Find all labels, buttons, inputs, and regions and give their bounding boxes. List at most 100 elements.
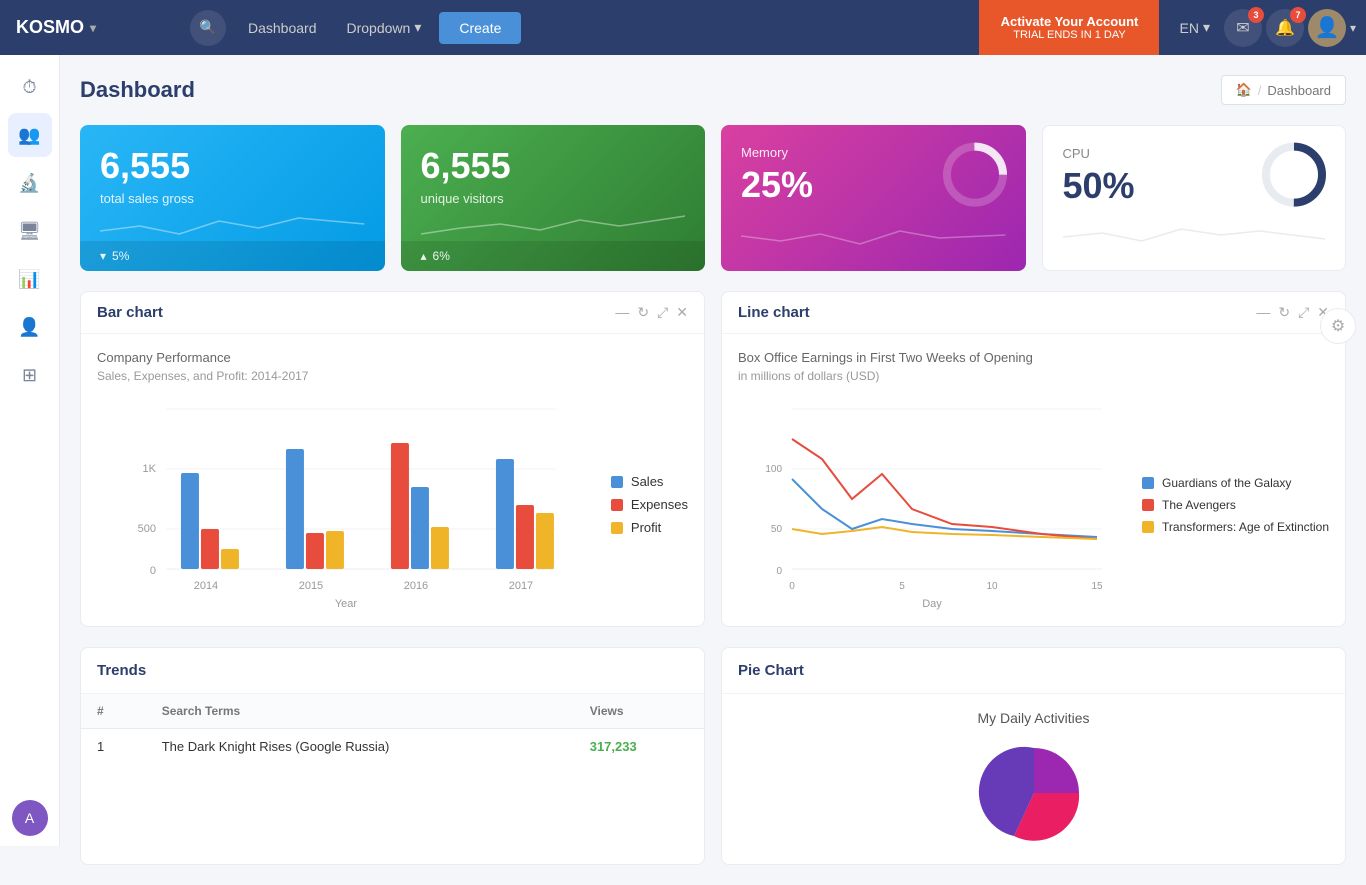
- line-chart-svg: 0 50 100 0 5 10 15: [738, 399, 1126, 599]
- legend-sales: Sales: [611, 474, 688, 489]
- brand-logo[interactable]: KOSMO ▾: [0, 17, 190, 38]
- language-selector[interactable]: EN ▾: [1169, 13, 1219, 42]
- sales-arrow-icon: ▾: [100, 249, 106, 263]
- svg-text:15: 15: [1091, 581, 1103, 592]
- legend-transformers-dot: [1142, 521, 1154, 533]
- legend-sales-label: Sales: [631, 474, 664, 489]
- row-num: 1: [81, 729, 146, 765]
- settings-button[interactable]: ⚙: [1320, 308, 1356, 344]
- bar-chart-content: 0 500 1K: [97, 399, 688, 610]
- chart-icon: 📊: [18, 269, 40, 290]
- user-avatar-icon: 👤: [1315, 15, 1340, 40]
- activate-title: Activate Your Account: [1001, 14, 1139, 29]
- bar-close-button[interactable]: ✕: [676, 304, 688, 321]
- stat-card-cpu: CPU 50%: [1042, 125, 1347, 271]
- line-chart-content: 0 50 100 0 5 10 15: [738, 399, 1329, 610]
- lab-icon: 🔬: [18, 173, 40, 194]
- svg-text:2014: 2014: [194, 580, 218, 592]
- line-chart-actions: — ↻ ⤢ ✕: [1256, 304, 1329, 321]
- user-icon: 👤: [18, 317, 40, 338]
- create-button[interactable]: Create: [439, 12, 521, 44]
- nav-dropdown[interactable]: Dropdown ▾: [333, 11, 436, 44]
- stat-card-memory: Memory 25%: [721, 125, 1026, 271]
- notifications-button[interactable]: 🔔 7: [1266, 9, 1304, 47]
- stat-card-sales: 6,555 total sales gross ▾ 5%: [80, 125, 385, 271]
- search-button[interactable]: 🔍: [190, 10, 226, 46]
- sidebar-item-lab[interactable]: 🔬: [8, 161, 52, 205]
- sidebar-item-monitor[interactable]: 🖥: [8, 209, 52, 253]
- legend-transformers-label: Transformers: Age of Extinction: [1162, 520, 1329, 534]
- legend-profit: Profit: [611, 520, 688, 535]
- line-minimize-button[interactable]: —: [1256, 304, 1270, 321]
- legend-profit-label: Profit: [631, 520, 661, 535]
- legend-transformers: Transformers: Age of Extinction: [1142, 520, 1329, 534]
- legend-expenses-label: Expenses: [631, 497, 688, 512]
- col-num: #: [81, 694, 146, 729]
- search-icon: 🔍: [199, 19, 216, 36]
- bar-minimize-button[interactable]: —: [615, 304, 629, 321]
- line-refresh-button[interactable]: ↻: [1278, 304, 1290, 321]
- top-navigation: KOSMO ▾ 🔍 Dashboard Dropdown ▾ Create Ac…: [0, 0, 1366, 55]
- bar-chart-subtitle: Company Performance: [97, 350, 688, 365]
- svg-text:5: 5: [899, 581, 905, 592]
- mail-icon: ✉: [1236, 18, 1249, 38]
- legend-avengers-dot: [1142, 499, 1154, 511]
- bar-chart-actions: — ↻ ⤢ ✕: [615, 304, 688, 321]
- sidebar: ⏱ 👥 🔬 🖥 📊 👤 ⊞ A: [0, 55, 60, 846]
- bar-chart-body: Company Performance Sales, Expenses, and…: [81, 334, 704, 626]
- memory-sparkline: [741, 216, 1006, 251]
- clock-icon: ⏱: [22, 77, 36, 98]
- mail-badge: 3: [1248, 7, 1264, 23]
- sales-sparkline: [100, 206, 365, 241]
- breadcrumb: 🏠 / Dashboard: [1221, 75, 1346, 105]
- pie-chart-header: Pie Chart: [722, 648, 1345, 694]
- bar-chart-header: Bar chart — ↻ ⤢ ✕: [81, 292, 704, 334]
- bottom-row: Trends # Search Terms Views 1 The Dark K…: [80, 647, 1346, 865]
- chart-row: Bar chart — ↻ ⤢ ✕ Company Performance Sa…: [80, 291, 1346, 627]
- legend-guardians-dot: [1142, 477, 1154, 489]
- trends-panel: Trends # Search Terms Views 1 The Dark K…: [80, 647, 705, 865]
- bar-chart-panel: Bar chart — ↻ ⤢ ✕ Company Performance Sa…: [80, 291, 705, 627]
- svg-text:50: 50: [771, 524, 783, 535]
- sidebar-item-chart[interactable]: 📊: [8, 257, 52, 301]
- trends-table: # Search Terms Views 1 The Dark Knight R…: [81, 694, 704, 764]
- row-term: The Dark Knight Rises (Google Russia): [146, 729, 574, 765]
- svg-text:500: 500: [138, 523, 156, 535]
- row-views: 317,233: [574, 729, 704, 765]
- grid-icon: ⊞: [22, 365, 37, 386]
- bar-expand-button[interactable]: ⤢: [657, 304, 668, 321]
- visitors-sparkline: [421, 206, 686, 241]
- pie-chart-panel: Pie Chart My Daily Activities: [721, 647, 1346, 865]
- gear-icon: ⚙: [1331, 316, 1345, 336]
- sidebar-item-users[interactable]: 👥: [8, 113, 52, 157]
- activate-subtitle: TRIAL ENDS IN 1 DAY: [1013, 29, 1125, 41]
- bar-chart-area: 0 500 1K: [97, 399, 595, 610]
- lang-chevron-icon: ▾: [1203, 19, 1210, 36]
- legend-guardians-label: Guardians of the Galaxy: [1162, 476, 1291, 490]
- monitor-icon: 🖥: [18, 221, 41, 242]
- bar-chart-title: Bar chart: [97, 304, 163, 321]
- bell-badge: 7: [1290, 7, 1306, 23]
- legend-expenses-dot: [611, 499, 623, 511]
- brand-name: KOSMO: [16, 17, 84, 38]
- mail-button[interactable]: ✉ 3: [1224, 9, 1262, 47]
- bar-refresh-button[interactable]: ↻: [637, 304, 649, 321]
- pie-chart-subtitle: My Daily Activities: [977, 710, 1089, 726]
- line-chart-panel: Line chart — ↻ ⤢ ✕ Box Office Earnings i…: [721, 291, 1346, 627]
- svg-text:2015: 2015: [299, 580, 323, 592]
- sidebar-avatar-icon: A: [25, 810, 34, 826]
- line-expand-button[interactable]: ⤢: [1298, 304, 1309, 321]
- sidebar-item-clock[interactable]: ⏱: [8, 65, 52, 109]
- sidebar-avatar[interactable]: A: [12, 800, 48, 836]
- stat-card-visitors: 6,555 unique visitors ▴ 6%: [401, 125, 706, 271]
- nav-dashboard[interactable]: Dashboard: [234, 12, 331, 44]
- sidebar-item-grid[interactable]: ⊞: [8, 353, 52, 397]
- home-icon[interactable]: 🏠: [1236, 82, 1252, 98]
- svg-text:1K: 1K: [142, 463, 156, 475]
- activate-button[interactable]: Activate Your Account TRIAL ENDS IN 1 DA…: [979, 0, 1159, 55]
- sales-value: 6,555: [100, 145, 365, 187]
- sidebar-item-user[interactable]: 👤: [8, 305, 52, 349]
- user-menu-button[interactable]: 👤: [1308, 9, 1346, 47]
- brand-chevron-icon: ▾: [90, 21, 96, 35]
- breadcrumb-bar: Dashboard 🏠 / Dashboard: [80, 75, 1346, 105]
